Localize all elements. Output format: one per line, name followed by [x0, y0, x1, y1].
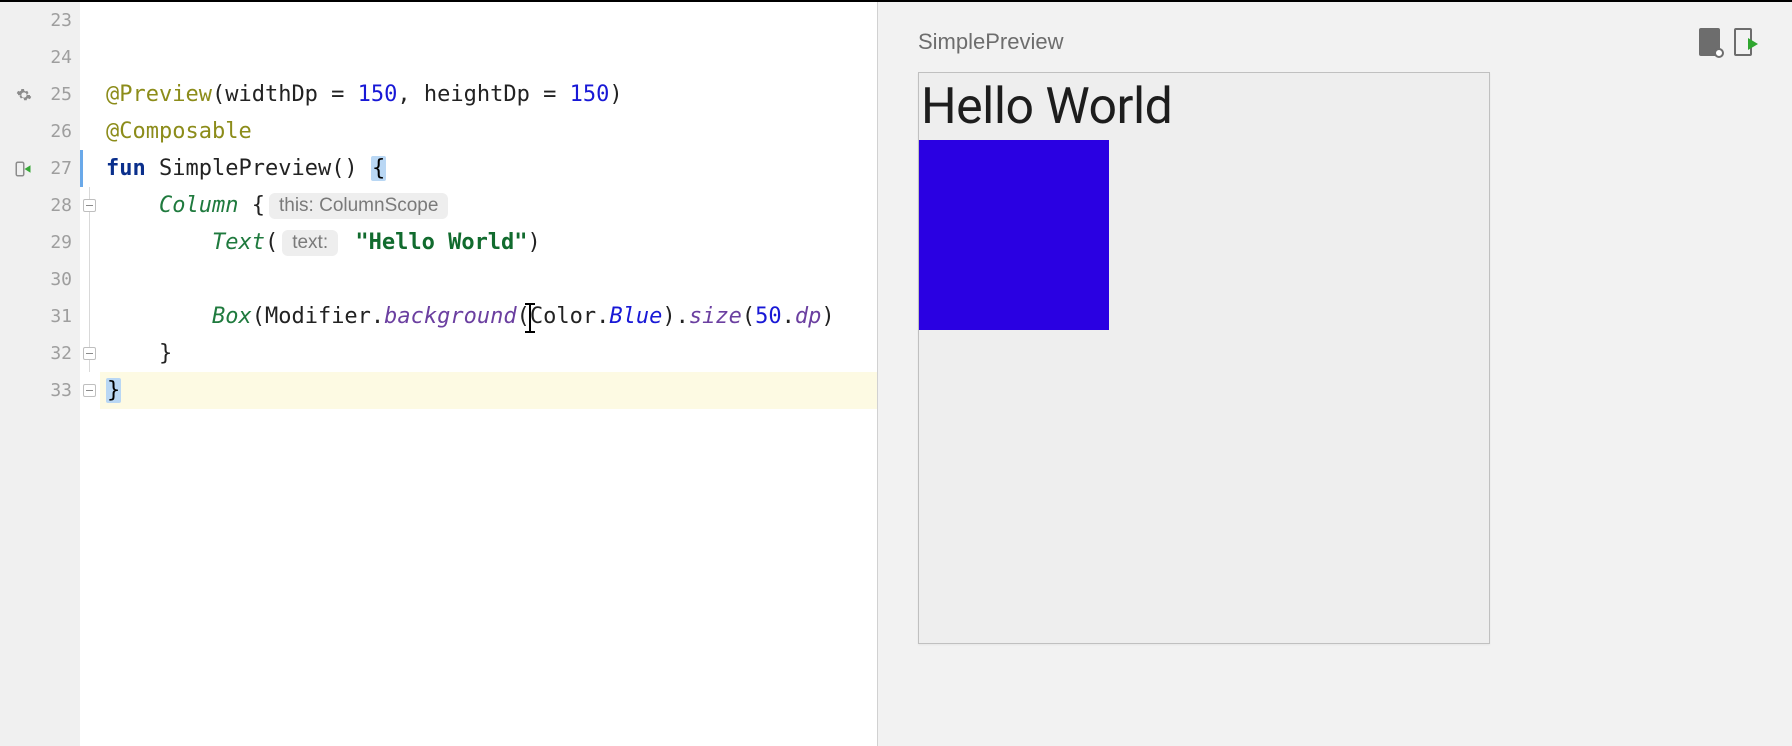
line-number: 32	[50, 343, 72, 364]
preview-header: SimplePreview	[918, 22, 1752, 62]
code-editor[interactable]: 23 24 25 26 27 28 29 30 31 32 33	[0, 2, 878, 746]
deploy-preview-icon[interactable]	[1734, 28, 1752, 56]
code-line-current[interactable]: }	[100, 372, 877, 409]
selection: {	[371, 156, 386, 181]
code-line[interactable]: fun SimplePreview() {	[100, 150, 877, 187]
compose-preview-pane: SimplePreview Hello World	[878, 2, 1792, 746]
line-number: 25	[50, 84, 72, 105]
code-area[interactable]: @Preview(widthDp = 150, heightDp = 150) …	[100, 2, 877, 746]
line-number: 30	[50, 269, 72, 290]
selection: }	[106, 378, 121, 403]
line-number: 29	[50, 232, 72, 253]
inlay-hint: text:	[282, 230, 338, 256]
code-line[interactable]: @Composable	[100, 113, 877, 150]
preview-title: SimplePreview	[918, 29, 1064, 55]
inlay-hint: this: ColumnScope	[269, 193, 448, 219]
line-number: 28	[50, 195, 72, 216]
run-gutter-icon[interactable]	[14, 160, 32, 178]
fold-toggle-icon[interactable]	[83, 384, 96, 397]
code-line[interactable]: Box(Modifier.background(Color.Blue).size…	[100, 298, 877, 335]
line-number-gutter: 23 24 25 26 27 28 29 30 31 32 33	[0, 2, 80, 746]
line-number: 33	[50, 380, 72, 401]
interactive-preview-icon[interactable]	[1699, 28, 1720, 56]
code-line[interactable]: Column { this: ColumnScope	[100, 187, 877, 224]
code-line[interactable]: @Preview(widthDp = 150, heightDp = 150)	[100, 76, 877, 113]
change-marker	[80, 150, 83, 187]
line-number: 27	[50, 158, 72, 179]
preview-canvas[interactable]: Hello World	[918, 72, 1490, 644]
fold-toggle-icon[interactable]	[83, 347, 96, 360]
code-line[interactable]: }	[100, 335, 877, 372]
code-line[interactable]	[100, 39, 877, 76]
line-number: 24	[50, 47, 72, 68]
code-line[interactable]	[100, 261, 877, 298]
line-number: 23	[50, 10, 72, 31]
preview-hello-text: Hello World	[919, 73, 1489, 140]
preview-blue-box	[919, 140, 1109, 330]
gear-icon[interactable]	[16, 87, 32, 103]
line-number: 31	[50, 306, 72, 327]
code-line[interactable]: Text(text: "Hello World")	[100, 224, 877, 261]
code-line[interactable]	[100, 2, 877, 39]
fold-column	[80, 2, 100, 746]
fold-toggle-icon[interactable]	[83, 199, 96, 212]
line-number: 26	[50, 121, 72, 142]
